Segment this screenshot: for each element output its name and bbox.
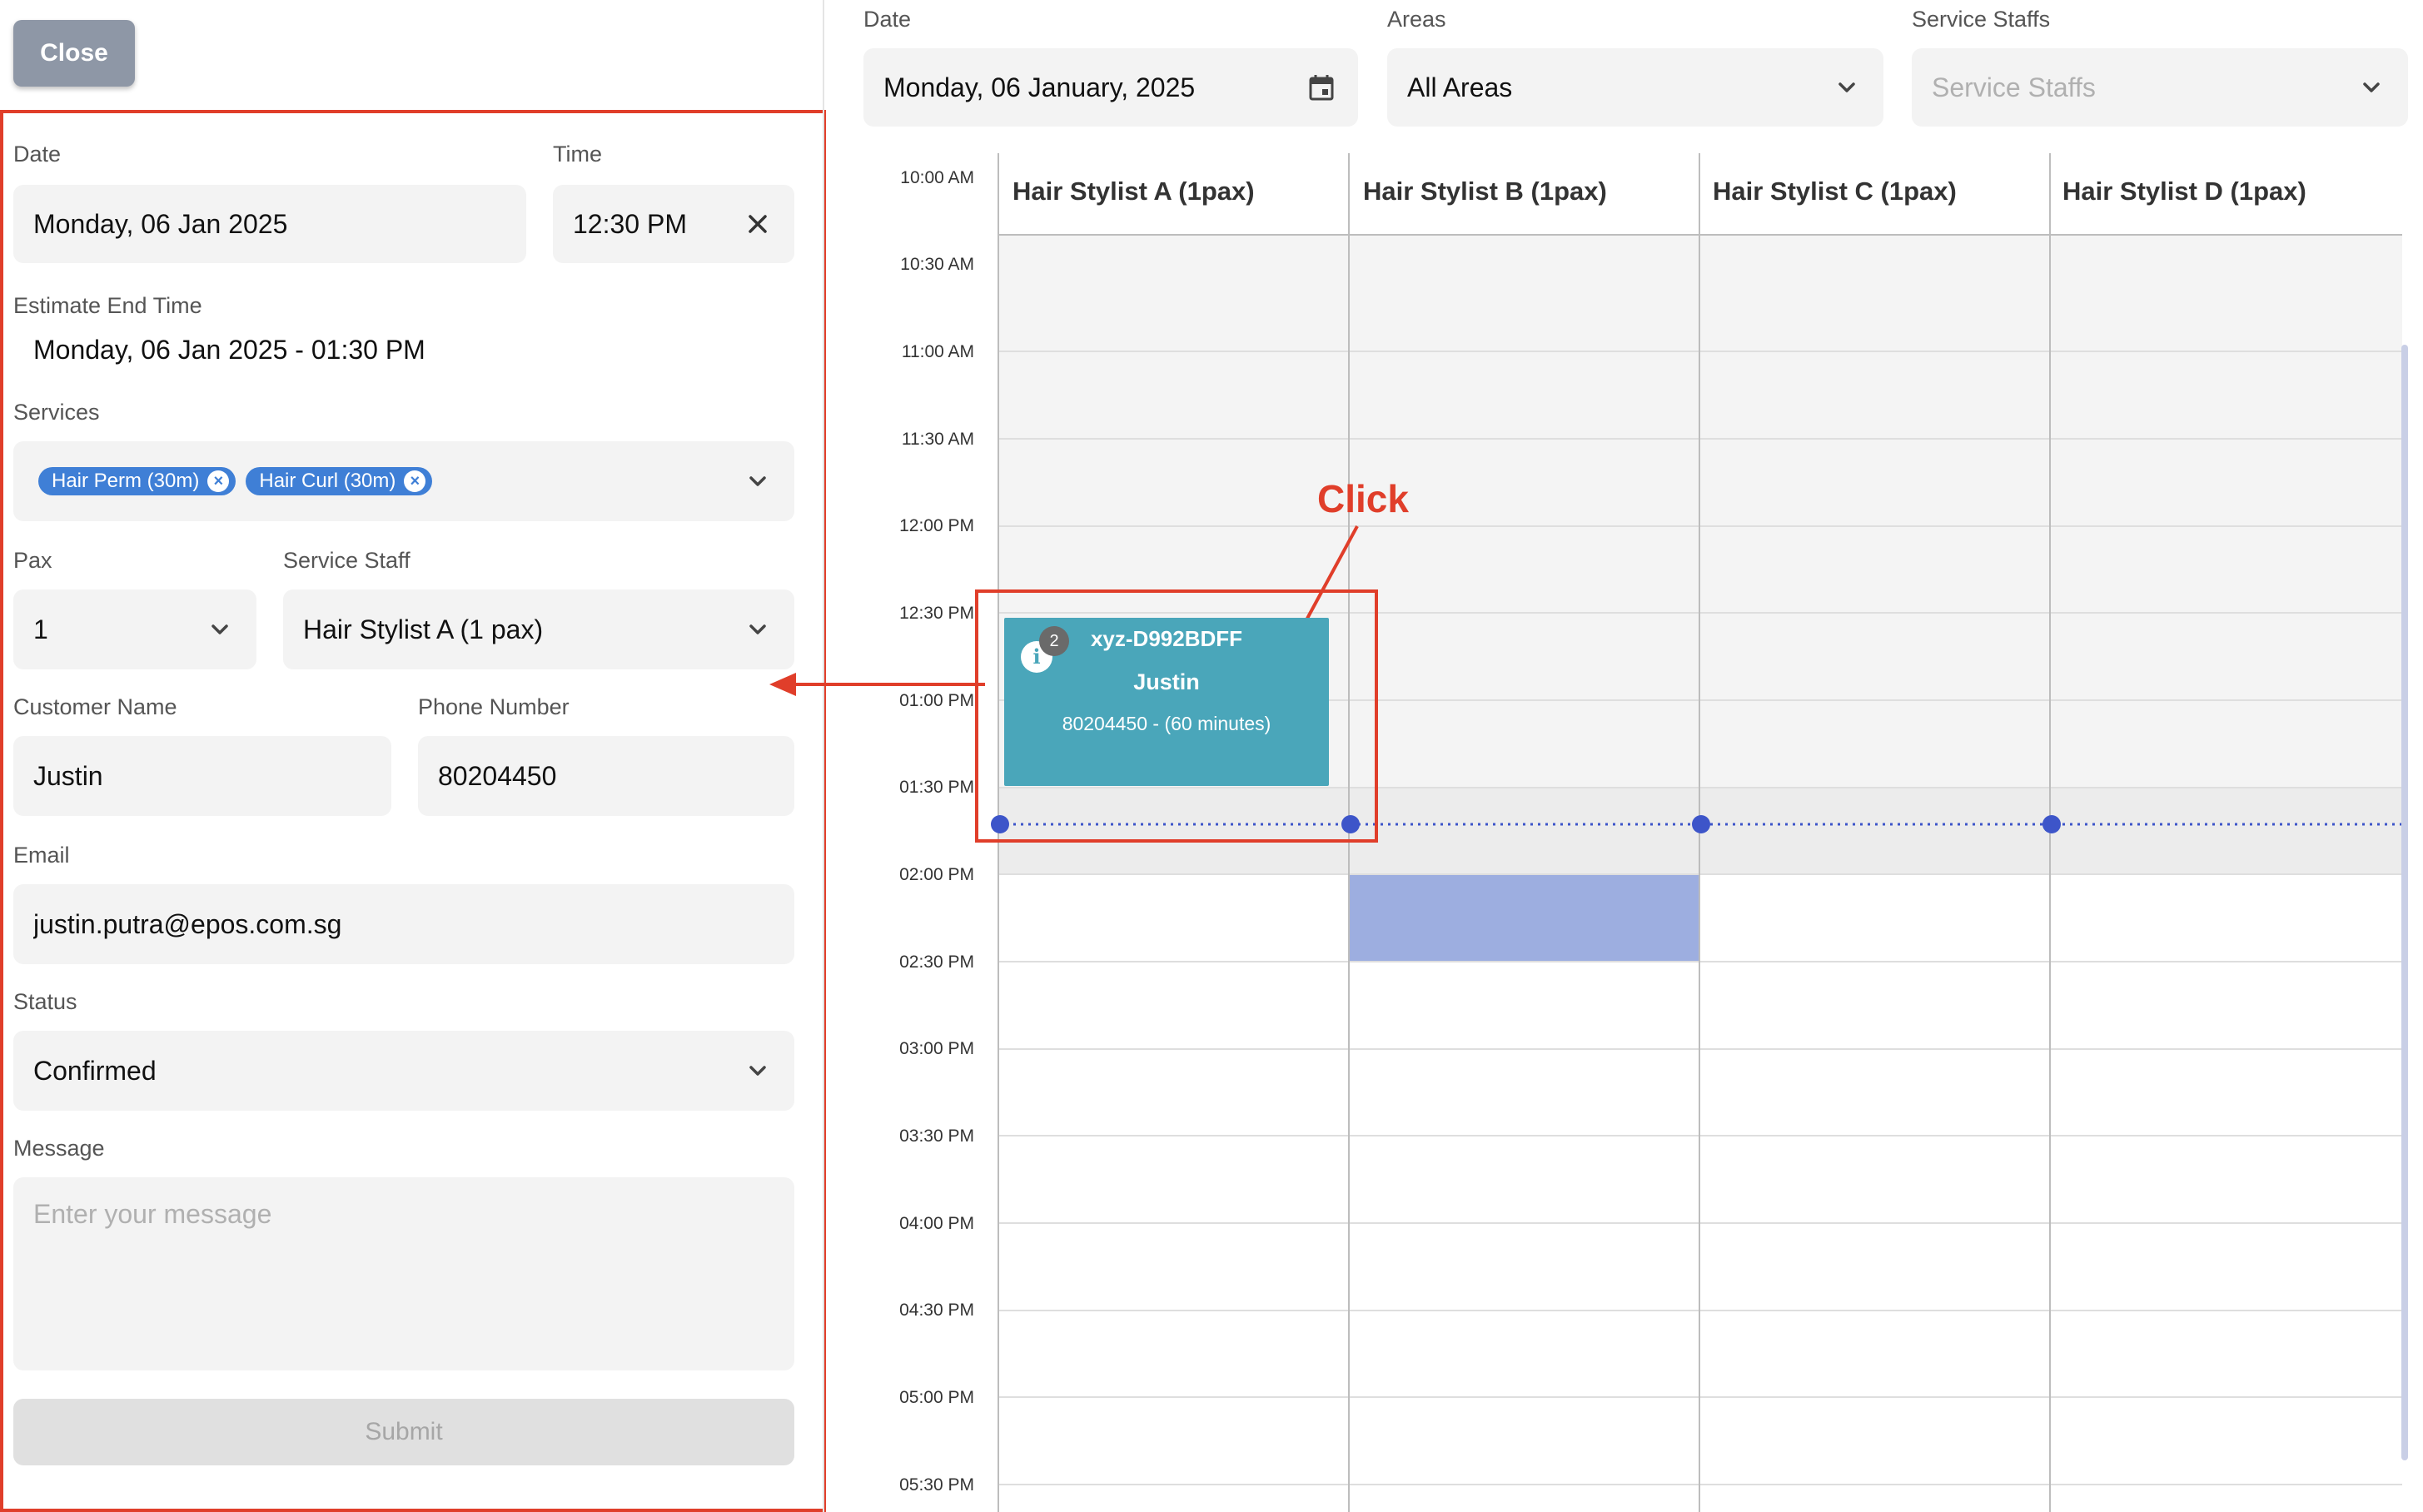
column-header-stylist-c: Hair Stylist C (1pax) bbox=[1713, 177, 1957, 206]
count-badge: 2 bbox=[1039, 626, 1069, 656]
time-label: 11:00 AM bbox=[901, 342, 974, 361]
appointment-detail: 80204450 - (60 minutes) bbox=[1062, 713, 1271, 734]
time-label: 11:30 AM bbox=[901, 430, 974, 449]
busy-block[interactable] bbox=[1349, 874, 1699, 961]
time-label: 12:30 PM bbox=[899, 604, 974, 623]
time-dot bbox=[1341, 815, 1360, 833]
time-label: 05:00 PM bbox=[899, 1388, 974, 1407]
time-label: 12:00 PM bbox=[899, 516, 974, 535]
column-header-stylist-d: Hair Stylist D (1pax) bbox=[2062, 177, 2306, 206]
annotation-arrowhead bbox=[769, 673, 796, 696]
time-label: 02:00 PM bbox=[899, 865, 974, 884]
time-label: 10:30 AM bbox=[900, 255, 974, 274]
time-dot bbox=[1692, 815, 1710, 833]
time-label: 04:30 PM bbox=[899, 1301, 974, 1320]
time-label: 02:30 PM bbox=[899, 952, 974, 972]
time-dot bbox=[991, 815, 1009, 833]
time-label: 01:30 PM bbox=[899, 778, 974, 797]
time-label: 04:00 PM bbox=[899, 1214, 974, 1233]
click-annotation-label: Click bbox=[1317, 477, 1409, 520]
time-label: 03:30 PM bbox=[899, 1127, 974, 1146]
time-label: 01:00 PM bbox=[899, 691, 974, 710]
column-header-stylist-b: Hair Stylist B (1pax) bbox=[1363, 177, 1607, 206]
appointment-customer: Justin bbox=[1133, 669, 1200, 694]
time-label: 05:30 PM bbox=[899, 1475, 974, 1495]
time-dot bbox=[2042, 815, 2061, 833]
vertical-scrollbar[interactable] bbox=[2401, 345, 2408, 1460]
time-label: 10:00 AM bbox=[900, 168, 974, 187]
time-label: 03:00 PM bbox=[899, 1039, 974, 1058]
column-header-stylist-a: Hair Stylist A (1pax) bbox=[1012, 177, 1255, 206]
